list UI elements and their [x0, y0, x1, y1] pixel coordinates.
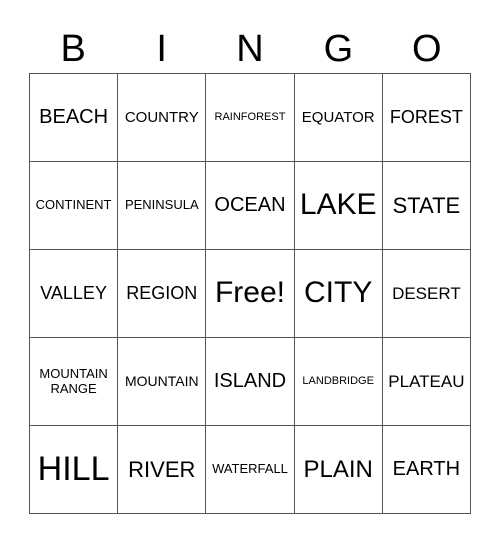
bingo-cell[interactable]: MOUNTAIN: [118, 338, 207, 426]
bingo-cell[interactable]: WATERFALL: [206, 426, 295, 514]
bingo-cell[interactable]: FOREST: [382, 74, 471, 162]
header-letter-b: B: [60, 28, 86, 70]
bingo-cell[interactable]: PLAIN: [294, 426, 383, 514]
bingo-cell[interactable]: HILL: [30, 426, 119, 514]
bingo-cell[interactable]: PLATEAU: [382, 338, 471, 426]
bingo-cell[interactable]: EQUATOR: [294, 74, 383, 162]
bingo-card: BEACH COUNTRY RAINFOREST EQUATOR FOREST …: [29, 73, 471, 514]
bingo-cell[interactable]: CITY: [294, 250, 383, 338]
bingo-cell[interactable]: LANDBRIDGE: [294, 338, 383, 426]
bingo-cell[interactable]: BEACH: [30, 74, 119, 162]
header-letter-o: O: [412, 28, 442, 70]
header-letter-n: N: [236, 28, 264, 70]
bingo-cell[interactable]: COUNTRY: [118, 74, 207, 162]
bingo-cell[interactable]: CONTINENT: [30, 162, 119, 250]
bingo-cell[interactable]: RIVER: [118, 426, 207, 514]
bingo-cell[interactable]: RAINFOREST: [206, 74, 295, 162]
bingo-header: B I N G O: [29, 26, 471, 72]
bingo-cell[interactable]: PENINSULA: [118, 162, 207, 250]
bingo-cell[interactable]: ISLAND: [206, 338, 295, 426]
bingo-cell[interactable]: OCEAN: [206, 162, 295, 250]
bingo-cell[interactable]: MOUNTAIN RANGE: [30, 338, 119, 426]
free-space[interactable]: Free!: [206, 250, 295, 338]
bingo-cell[interactable]: REGION: [118, 250, 207, 338]
bingo-cell[interactable]: STATE: [382, 162, 471, 250]
header-letter-i: I: [156, 28, 167, 70]
header-letter-g: G: [323, 28, 354, 70]
bingo-cell[interactable]: DESERT: [382, 250, 471, 338]
bingo-cell[interactable]: LAKE: [294, 162, 383, 250]
bingo-cell[interactable]: VALLEY: [30, 250, 119, 338]
bingo-cell[interactable]: EARTH: [382, 426, 471, 514]
